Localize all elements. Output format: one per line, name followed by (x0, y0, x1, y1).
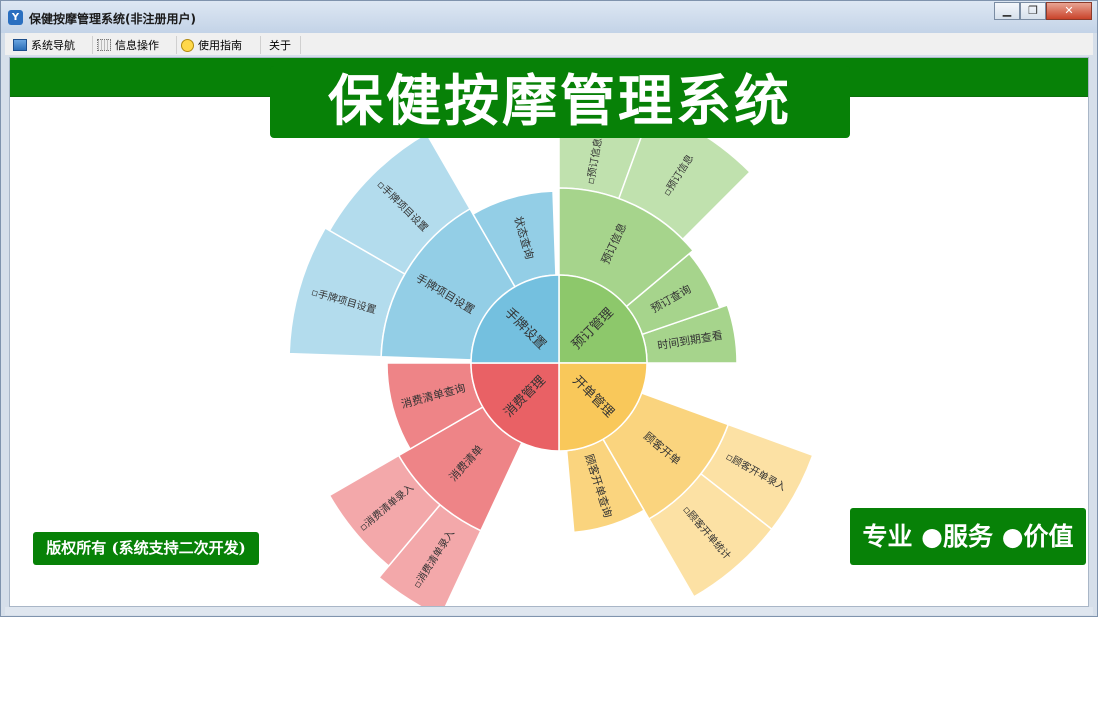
minimize-button[interactable]: ▁ (994, 2, 1020, 20)
menu-item-label: 关于 (269, 39, 291, 52)
monitor-icon (13, 39, 27, 51)
menu-item-label: 使用指南 (198, 39, 242, 52)
menu-item-about[interactable]: 关于 (261, 36, 301, 54)
menu-item-label: 系统导航 (31, 39, 75, 52)
menu-item-guide[interactable]: 使用指南 (177, 36, 261, 54)
slogan-badge: 专业 ●服务 ●价值 (850, 508, 1086, 565)
grid-icon (97, 39, 111, 51)
status-bar (5, 607, 1093, 615)
menu-bar: 系统导航 信息操作 使用指南 关于 (5, 33, 1093, 55)
window-title: 保健按摩管理系统(非注册用户) (29, 12, 196, 26)
menu-item-nav[interactable]: 系统导航 (9, 36, 93, 54)
app-logo-icon: Y (8, 10, 23, 25)
banner-title: 保健按摩管理系统 (270, 66, 850, 138)
content-area: ▫预订信息统计 ▫预订信息 ▫顾客开单录入 ▫顾客开单统计 ▫消费清单录入 ▫消费清单录入… (9, 57, 1089, 607)
menu-item-info[interactable]: 信息操作 (93, 36, 177, 54)
restore-button[interactable]: ❐ (1020, 2, 1046, 20)
smiley-icon (181, 38, 194, 52)
menu-item-label: 信息操作 (115, 39, 159, 52)
copyright-badge: 版权所有 (系统支持二次开发) (33, 532, 259, 565)
close-button[interactable]: ✕ (1046, 2, 1092, 20)
restore-icon: ❐ (1028, 4, 1038, 17)
main-window: Y 保健按摩管理系统(非注册用户) ▁ ❐ ✕ 系统导航 信息操作 使用指南 关… (0, 0, 1098, 617)
title-bar[interactable]: Y 保健按摩管理系统(非注册用户) ▁ ❐ ✕ (1, 1, 1097, 33)
close-icon: ✕ (1064, 4, 1074, 17)
minimize-icon: ▁ (1002, 4, 1012, 17)
